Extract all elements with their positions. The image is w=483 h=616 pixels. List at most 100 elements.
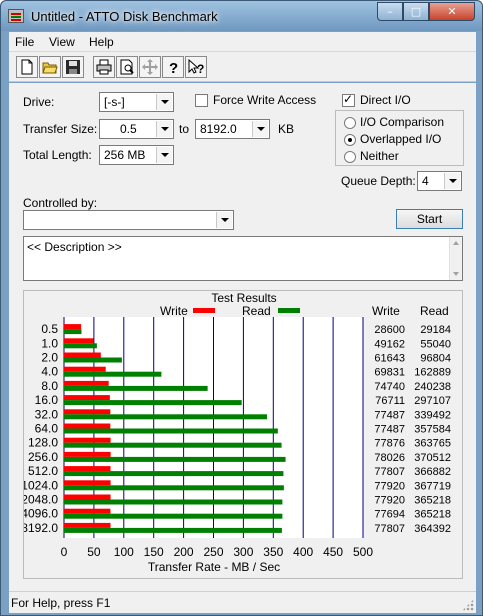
x-tick-label: 250 — [203, 545, 223, 559]
category-label: 32.0 — [35, 407, 59, 421]
write-bar — [64, 480, 111, 486]
force-write-label: Force Write Access — [213, 93, 317, 107]
controlled-by-label: Controlled by: — [23, 196, 98, 210]
save-icon[interactable] — [62, 56, 84, 78]
x-tick-label: 200 — [174, 545, 194, 559]
scroll-down-icon[interactable] — [453, 272, 459, 276]
menu-help[interactable]: Help — [89, 35, 114, 49]
status-text: For Help, press F1 — [11, 596, 111, 610]
category-label: 0.5 — [41, 322, 58, 336]
x-tick-label: 0 — [61, 545, 68, 559]
write-value: 28600 — [374, 324, 405, 336]
read-value: 365218 — [414, 509, 451, 521]
transfer-to-select[interactable]: 8192.0 — [195, 119, 270, 139]
help-icon[interactable]: ? — [162, 56, 184, 78]
write-column-header: Write — [372, 304, 400, 318]
kb-label: KB — [278, 122, 295, 136]
scroll-up-icon[interactable] — [453, 241, 459, 245]
write-bar — [64, 380, 109, 386]
svg-text:?: ? — [169, 60, 178, 75]
neither-radio[interactable] — [344, 151, 356, 163]
read-value: 96804 — [420, 353, 451, 365]
resize-grip-icon[interactable] — [462, 599, 474, 611]
write-value: 69831 — [374, 367, 405, 379]
write-bar — [64, 423, 111, 429]
write-value: 61643 — [374, 353, 405, 365]
chevron-down-icon[interactable] — [156, 147, 172, 163]
write-bar — [64, 437, 111, 443]
minimize-button[interactable]: – — [377, 2, 403, 21]
new-icon[interactable] — [16, 56, 38, 78]
x-axis-title: Transfer Rate - MB / Sec — [148, 560, 280, 574]
close-button[interactable]: ✕ — [429, 2, 475, 21]
x-tick-label: 150 — [144, 545, 164, 559]
menu-file[interactable]: File — [15, 35, 34, 49]
read-value: 365218 — [414, 495, 451, 507]
read-bar — [64, 456, 286, 462]
write-value: 77920 — [374, 495, 405, 507]
io-comparison-label: I/O Comparison — [360, 115, 445, 129]
category-label: 1.0 — [41, 336, 58, 350]
controlled-by-select[interactable] — [23, 210, 234, 230]
window-title: Untitled - ATTO Disk Benchmark — [31, 9, 218, 24]
overlapped-io-radio[interactable] — [344, 134, 356, 146]
overlapped-io-label: Overlapped I/O — [360, 132, 442, 146]
write-bar — [64, 395, 110, 401]
write-bar — [64, 352, 101, 358]
read-value: 370512 — [414, 452, 451, 464]
direct-io-checkbox[interactable] — [342, 92, 355, 107]
transfer-from-select[interactable]: 0.5 — [99, 119, 174, 139]
context-help-icon[interactable]: ? — [185, 56, 207, 78]
read-bar — [64, 329, 82, 335]
x-tick-label: 300 — [233, 545, 253, 559]
chevron-down-icon[interactable] — [252, 121, 268, 137]
queue-depth-select[interactable]: 4 — [417, 171, 462, 191]
legend-write-label: Write — [160, 304, 188, 318]
force-write-checkbox[interactable] — [195, 94, 208, 107]
move-icon[interactable] — [139, 56, 161, 78]
results-title: Test Results — [211, 291, 276, 305]
read-bar — [64, 428, 278, 434]
status-bar: For Help, press F1 — [9, 591, 476, 613]
read-bar — [64, 527, 282, 533]
neither-label: Neither — [360, 149, 399, 163]
write-bar — [64, 494, 111, 500]
direct-io-label: Direct I/O — [360, 93, 411, 107]
total-length-select[interactable]: 256 MB — [99, 145, 174, 165]
read-bar — [64, 513, 283, 519]
read-value: 339492 — [414, 409, 451, 421]
read-value: 297107 — [414, 395, 451, 407]
write-value: 77807 — [374, 523, 405, 535]
read-bar — [64, 343, 97, 349]
menu-view[interactable]: View — [49, 35, 75, 49]
io-comparison-radio[interactable] — [344, 117, 356, 129]
print-preview-icon[interactable] — [116, 56, 138, 78]
read-bar — [64, 442, 282, 448]
read-bar — [64, 371, 162, 377]
open-icon[interactable] — [39, 56, 61, 78]
read-value: 366882 — [414, 466, 451, 478]
drive-select[interactable]: [-s-] — [99, 92, 174, 112]
app-icon[interactable] — [8, 9, 24, 23]
read-bar — [64, 400, 242, 406]
write-bar — [64, 409, 111, 415]
description-scrollbar[interactable] — [449, 237, 462, 280]
print-icon[interactable] — [93, 56, 115, 78]
write-bar — [64, 508, 111, 514]
read-bar — [64, 471, 284, 477]
description-field[interactable]: << Description >> — [23, 236, 463, 281]
category-label: 8192.0 — [24, 521, 58, 535]
x-tick-label: 450 — [323, 545, 343, 559]
legend-write-swatch — [193, 308, 215, 313]
maximize-button[interactable]: □ — [403, 2, 429, 21]
chevron-down-icon[interactable] — [156, 121, 172, 137]
category-label: 1024.0 — [24, 478, 58, 492]
chevron-down-icon[interactable] — [444, 173, 460, 189]
title-bar[interactable]: Untitled - ATTO Disk Benchmark – □ ✕ — [1, 1, 482, 31]
toolbar: ? ? — [9, 52, 476, 82]
chevron-down-icon[interactable] — [156, 94, 172, 110]
chevron-down-icon[interactable] — [216, 212, 232, 228]
read-value: 29184 — [420, 324, 451, 336]
write-value: 77694 — [374, 509, 405, 521]
start-button[interactable]: Start — [396, 209, 463, 229]
